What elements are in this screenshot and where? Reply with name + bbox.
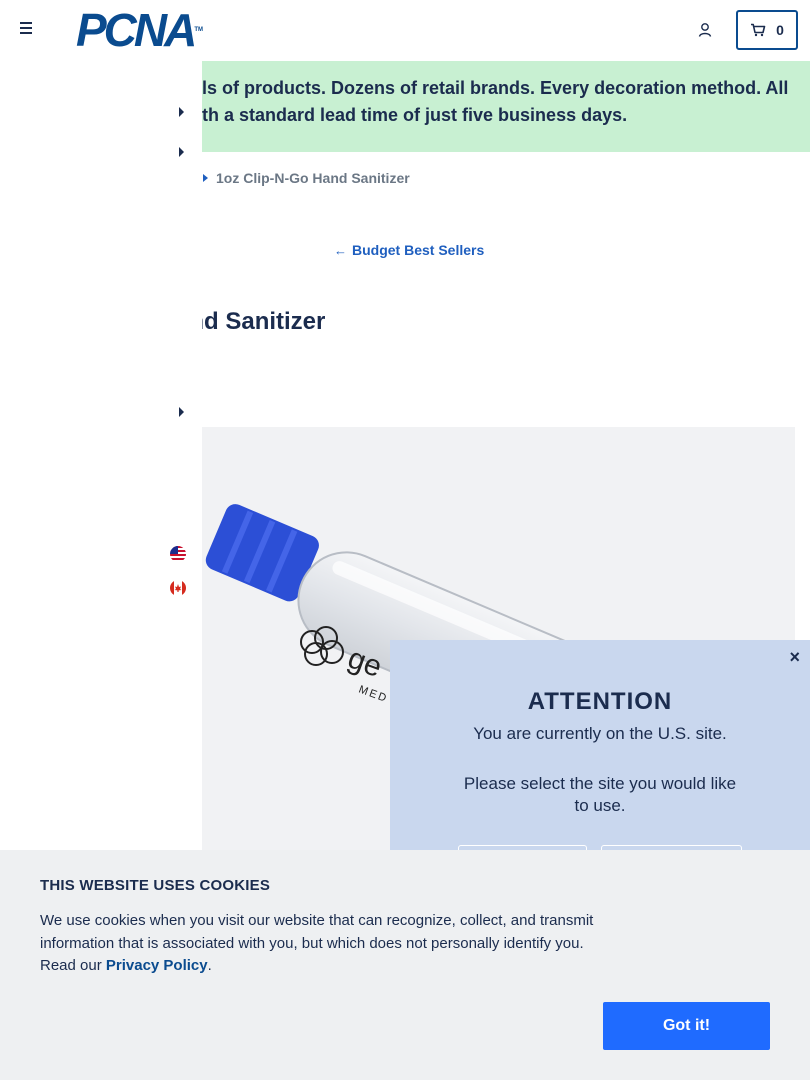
caret-right-icon[interactable] [179, 407, 184, 417]
page: ls of products. Dozens of retail brands.… [0, 0, 810, 1080]
canada-flag-icon[interactable] [170, 580, 186, 596]
breadcrumb-current[interactable]: 1oz Clip-N-Go Hand Sanitizer [216, 170, 410, 186]
promo-banner-line-2: th a standard lead time of just five bus… [202, 105, 628, 125]
cookie-banner: THIS WEBSITE USES COOKIES We use cookies… [0, 850, 810, 1080]
site-selection-modal: × ATTENTION You are currently on the U.S… [390, 640, 810, 855]
promo-banner-line-1: ls of products. Dozens of retail brands.… [202, 78, 789, 98]
cookie-description: We use cookies when you visit our websit… [40, 910, 610, 978]
account-icon[interactable] [697, 22, 713, 38]
promo-banner: ls of products. Dozens of retail brands.… [202, 61, 810, 152]
modal-title: ATTENTION [527, 688, 673, 715]
pcna-logo[interactable]: PCNATM [76, 7, 204, 53]
cookie-title: THIS WEBSITE USES COOKIES [40, 877, 271, 894]
close-icon[interactable]: × [789, 648, 800, 666]
breadcrumb: 1oz Clip-N-Go Hand Sanitizer [203, 170, 410, 186]
cookie-text-end: . [207, 957, 212, 974]
accept-cookies-button[interactable]: Got it! [603, 1002, 770, 1050]
left-sidebar-panel [0, 60, 202, 850]
modal-current-site-text: You are currently on the U.S. site. [473, 724, 727, 743]
logo-text: PCNA [76, 4, 197, 56]
cart-button[interactable]: 0 [736, 10, 798, 50]
logo-tm: TM [194, 27, 204, 33]
cart-count: 0 [776, 22, 784, 38]
privacy-policy-link[interactable]: Privacy Policy [106, 957, 208, 974]
menu-icon[interactable] [20, 22, 36, 38]
arrow-left-icon: ← [334, 242, 347, 258]
back-to-category-link[interactable]: ← Budget Best Sellers [334, 242, 484, 258]
us-flag-icon[interactable] [170, 546, 186, 562]
caret-right-icon[interactable] [179, 107, 184, 117]
site-header: PCNATM 0 [0, 0, 810, 60]
cart-icon [751, 23, 766, 37]
modal-instruction-text: Please select the site you would like to… [463, 774, 737, 815]
caret-right-icon[interactable] [179, 147, 184, 157]
back-link-label: Budget Best Sellers [352, 242, 485, 258]
breadcrumb-caret-icon [203, 174, 208, 182]
svg-text:MED: MED [357, 684, 390, 706]
